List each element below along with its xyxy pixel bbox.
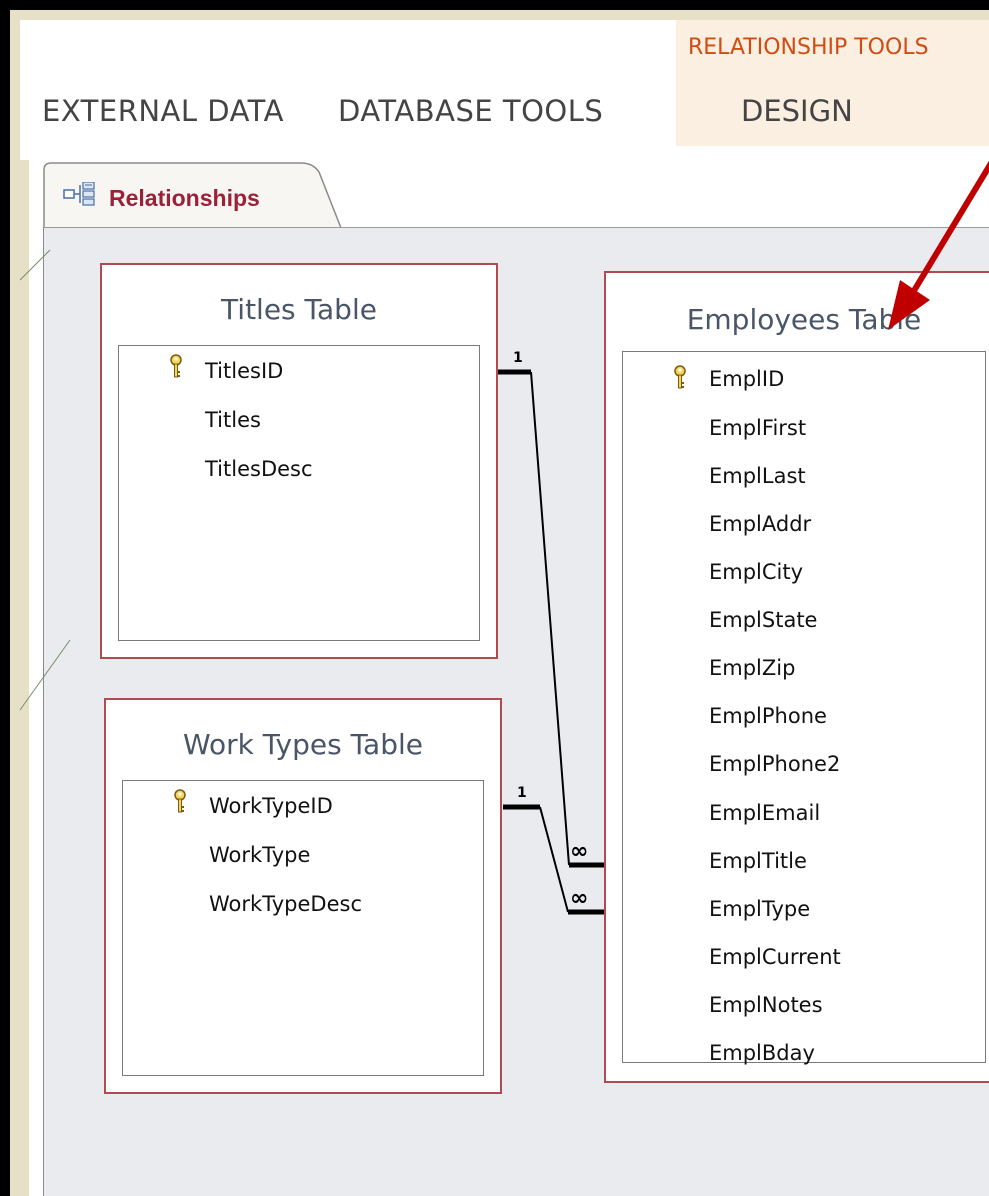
- primary-key-icon: [173, 789, 187, 819]
- field-emplphone[interactable]: EmplPhone: [709, 704, 827, 728]
- field-emplcity[interactable]: EmplCity: [709, 560, 803, 584]
- primary-key-icon: [673, 365, 687, 395]
- document-pane: Relationships Titles Table TitlesID Titl…: [29, 160, 989, 1196]
- field-emplcurrent[interactable]: EmplCurrent: [709, 945, 841, 969]
- field-empltype[interactable]: EmplType: [709, 897, 810, 921]
- field-worktype[interactable]: WorkType: [209, 843, 310, 867]
- table-title[interactable]: Work Types Table: [106, 728, 500, 761]
- field-emplemail[interactable]: EmplEmail: [709, 801, 820, 825]
- relationship-tools-group: RELATIONSHIP TOOLS DESIGN: [676, 20, 989, 146]
- field-empltitle[interactable]: EmplTitle: [709, 849, 807, 873]
- tab-database-tools[interactable]: DATABASE TOOLS: [338, 94, 603, 128]
- document-tab-label: Relationships: [109, 185, 260, 211]
- table-title[interactable]: Employees Table: [606, 303, 989, 336]
- table-title[interactable]: Titles Table: [102, 293, 496, 326]
- primary-key-icon: [169, 354, 183, 384]
- field-emplbday[interactable]: EmplBday: [709, 1041, 815, 1065]
- field-list[interactable]: TitlesID Titles TitlesDesc: [118, 345, 480, 641]
- field-emplphone2[interactable]: EmplPhone2: [709, 752, 840, 776]
- contextual-group-label: RELATIONSHIP TOOLS: [688, 35, 929, 60]
- field-titles[interactable]: Titles: [205, 408, 261, 432]
- field-emplstate[interactable]: EmplState: [709, 608, 817, 632]
- field-emplzip[interactable]: EmplZip: [709, 656, 795, 680]
- navigation-pane-edge: [20, 160, 29, 1196]
- field-list[interactable]: WorkTypeID WorkType WorkTypeDesc: [122, 780, 484, 1076]
- field-worktypeid[interactable]: WorkTypeID: [209, 794, 333, 818]
- titles-table-window[interactable]: Titles Table TitlesID Titles TitlesDesc: [100, 263, 498, 659]
- field-emplfirst[interactable]: EmplFirst: [709, 416, 806, 440]
- field-titlesdesc[interactable]: TitlesDesc: [205, 457, 313, 481]
- access-window: EXTERNAL DATA DATABASE TOOLS RELATIONSHI…: [0, 0, 989, 1196]
- field-emplid[interactable]: EmplID: [709, 367, 784, 391]
- relationships-document-tab[interactable]: Relationships: [43, 162, 343, 229]
- field-empladdr[interactable]: EmplAddr: [709, 512, 811, 536]
- tab-design[interactable]: DESIGN: [741, 94, 853, 128]
- work-types-table-window[interactable]: Work Types Table WorkTypeID WorkType Wor…: [104, 698, 502, 1094]
- field-list[interactable]: EmplID EmplFirst EmplLast EmplAddr EmplC…: [622, 351, 986, 1065]
- field-titlesid[interactable]: TitlesID: [205, 359, 283, 383]
- field-emplnotes[interactable]: EmplNotes: [709, 993, 823, 1017]
- ribbon-tab-bar: EXTERNAL DATA DATABASE TOOLS RELATIONSHI…: [20, 20, 989, 160]
- employees-table-window[interactable]: Employees Table EmplID EmplFirst EmplLas…: [604, 271, 989, 1083]
- tab-external-data[interactable]: EXTERNAL DATA: [42, 94, 284, 128]
- field-worktypedesc[interactable]: WorkTypeDesc: [209, 892, 362, 916]
- field-empllast[interactable]: EmplLast: [709, 464, 806, 488]
